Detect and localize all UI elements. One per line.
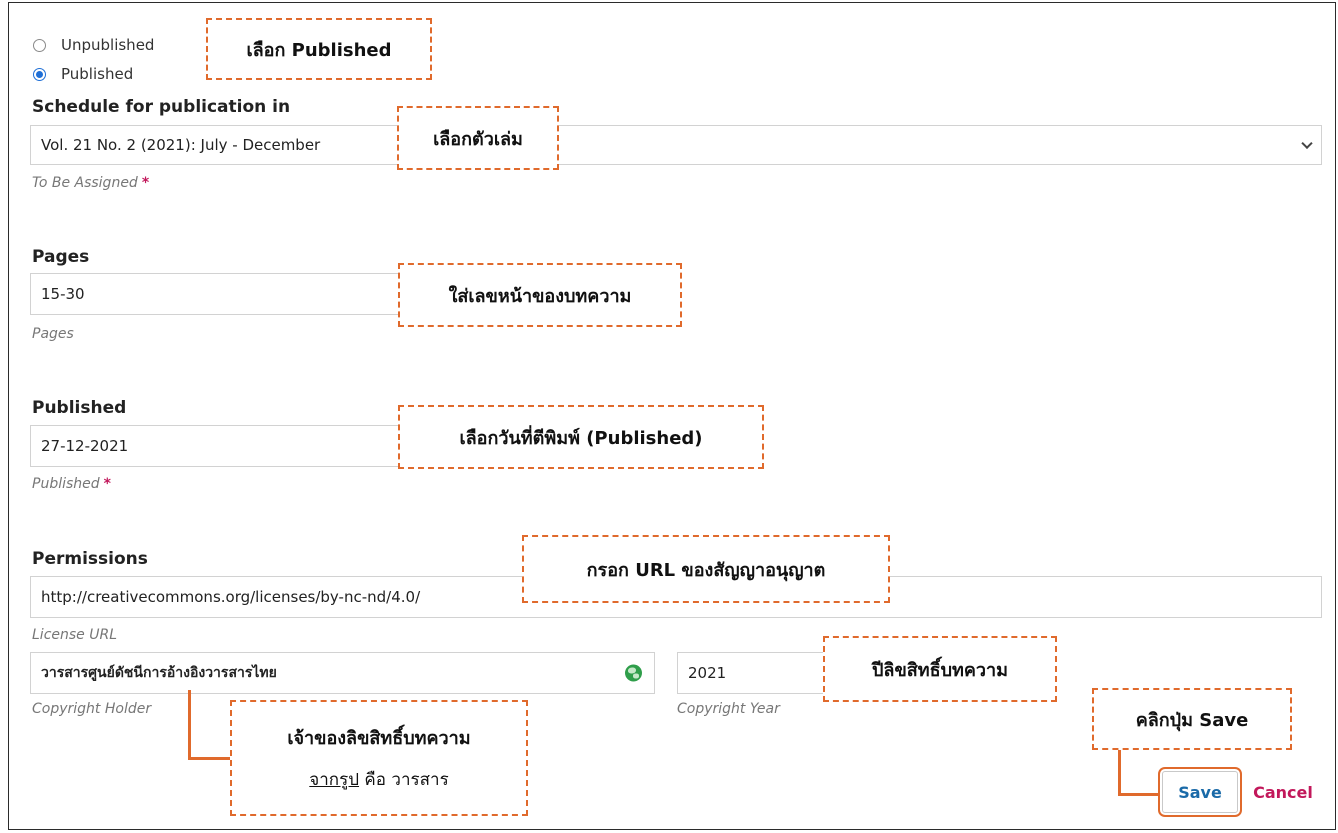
copyright-holder-hint: Copyright Holder: [32, 701, 152, 717]
copyright-year-value: 2021: [688, 664, 727, 682]
radio-published-circle[interactable]: [33, 67, 46, 81]
schedule-hint: To Be Assigned *: [32, 175, 149, 191]
pages-input[interactable]: 15-30: [30, 273, 410, 315]
schedule-label: Schedule for publication in: [32, 97, 291, 117]
chevron-down-icon[interactable]: [1301, 137, 1313, 150]
pages-label: Pages: [32, 247, 90, 267]
annotation-select-published: เลือก Published: [206, 18, 432, 80]
annotation-enter-pages: ใส่เลขหน้าของบทความ: [398, 263, 682, 327]
callout-line: [188, 690, 191, 760]
published-date-value: 27-12-2021: [41, 437, 129, 455]
globe-icon[interactable]: [625, 664, 642, 682]
callout-line: [1118, 750, 1121, 796]
annotation-click-save: คลิกปุ่ม Save: [1092, 688, 1292, 750]
callout-line: [1118, 793, 1160, 796]
radio-unpublished[interactable]: Unpublished: [33, 36, 154, 54]
radio-published-label: Published: [61, 65, 134, 83]
schedule-hint-text: To Be Assigned: [32, 175, 138, 191]
radio-unpublished-circle[interactable]: [33, 38, 46, 52]
annotation-copyright-owner-example: จากรูป คือ วารสาร: [309, 766, 448, 793]
copyright-year-input[interactable]: 2021: [677, 652, 837, 694]
published-label: Published: [32, 398, 127, 418]
annotation-enter-license: กรอก URL ของสัญญาอนุญาต: [522, 535, 890, 603]
annotation-select-date: เลือกวันที่ตีพิมพ์ (Published): [398, 405, 764, 469]
annotation-example-link: จากรูป: [309, 770, 360, 790]
license-url-hint: License URL: [32, 627, 118, 643]
annotation-copyright-owner: เจ้าของลิขสิทธิ์บทความ จากรูป คือ วารสาร: [230, 700, 528, 816]
published-date-input[interactable]: 27-12-2021: [30, 425, 410, 467]
published-hint-text: Published: [32, 476, 100, 492]
annotation-example-rest: คือ วารสาร: [359, 770, 449, 790]
schedule-select-value: Vol. 21 No. 2 (2021): July - December: [41, 136, 321, 154]
schedule-select[interactable]: Vol. 21 No. 2 (2021): July - December: [30, 125, 1322, 165]
callout-line: [188, 757, 232, 760]
annotation-select-issue: เลือกตัวเล่ม: [397, 106, 559, 170]
required-marker: *: [141, 175, 150, 191]
pages-hint: Pages: [32, 326, 74, 342]
copyright-holder-input[interactable]: วารสารศูนย์ดัชนีการอ้างอิงวารสารไทย: [30, 652, 655, 694]
pages-input-value: 15-30: [41, 285, 85, 303]
copyright-year-hint: Copyright Year: [677, 701, 780, 717]
permissions-label: Permissions: [32, 549, 148, 569]
cancel-button[interactable]: Cancel: [1244, 771, 1322, 813]
annotation-copyright-year: ปีลิขสิทธิ์บทความ: [823, 636, 1057, 702]
copyright-holder-value: วารสารศูนย์ดัชนีการอ้างอิงวารสารไทย: [41, 665, 277, 681]
license-url-value: http://creativecommons.org/licenses/by-n…: [41, 588, 421, 606]
annotation-copyright-owner-title: เจ้าของลิขสิทธิ์บทความ: [287, 728, 471, 749]
published-hint: Published *: [32, 476, 111, 492]
radio-unpublished-label: Unpublished: [61, 36, 155, 54]
required-marker: *: [103, 476, 111, 492]
radio-published[interactable]: Published: [33, 65, 133, 83]
save-button[interactable]: Save: [1162, 771, 1238, 813]
